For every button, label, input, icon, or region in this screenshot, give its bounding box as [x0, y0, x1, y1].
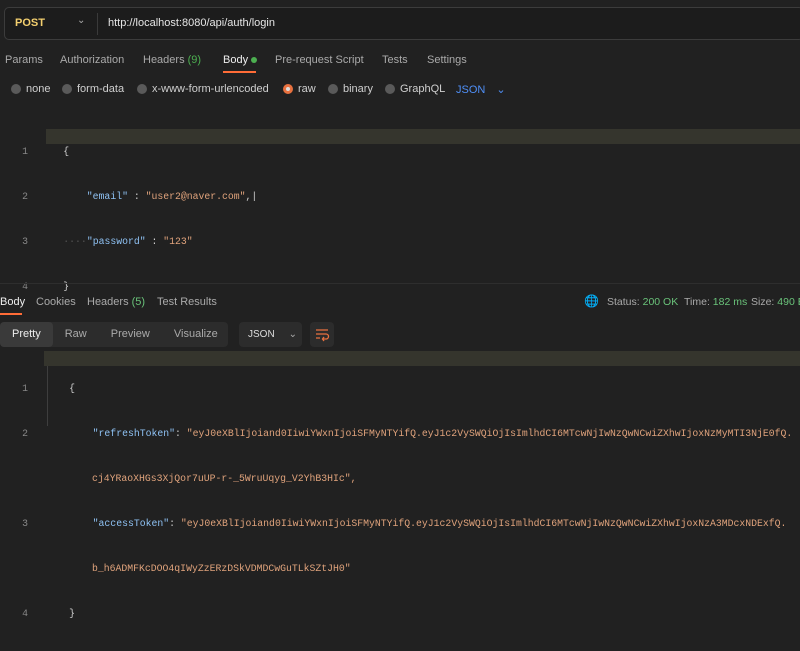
- format-label: JSON: [248, 329, 275, 340]
- status-label: Status:: [607, 296, 640, 308]
- response-body-viewer[interactable]: 1 { 2 "refreshToken": "eyJ0eXBlIjoiand0I…: [0, 351, 800, 651]
- json-key: "accessToken": [92, 518, 170, 529]
- brace: }: [69, 608, 76, 619]
- option-label: form-data: [77, 83, 125, 95]
- size-value: 490 B: [777, 296, 800, 308]
- tab-body[interactable]: Body: [223, 54, 258, 66]
- url-input[interactable]: http://localhost:8080/api/auth/login: [108, 17, 275, 29]
- line-number: 2: [22, 191, 28, 202]
- json-key: "refreshToken": [92, 428, 175, 439]
- line-number: 3: [22, 236, 28, 247]
- tab-params[interactable]: Params: [5, 54, 43, 66]
- tab-pre-request-script[interactable]: Pre-request Script: [275, 54, 364, 66]
- json-value: "123": [163, 236, 193, 247]
- active-tab-underline: [223, 71, 256, 73]
- view-pretty[interactable]: Pretty: [0, 322, 53, 347]
- size: Size: 490 B: [751, 296, 800, 308]
- time-label: Time:: [684, 296, 710, 308]
- radio-form-data[interactable]: form-data: [62, 83, 124, 95]
- format-label: JSON: [456, 84, 486, 96]
- method-select[interactable]: POST: [15, 17, 45, 29]
- body-format-select[interactable]: JSON ⌄: [456, 83, 506, 96]
- headers-count: (9): [187, 54, 202, 66]
- brace: {: [63, 146, 70, 157]
- view-mode-toggle: Pretty Raw Preview Visualize: [0, 322, 228, 347]
- wrap-lines-button[interactable]: [310, 322, 334, 347]
- view-raw[interactable]: Raw: [53, 322, 99, 347]
- url-bar: POST ⌄ http://localhost:8080/api/auth/lo…: [4, 7, 800, 40]
- status-value: 200 OK: [642, 296, 679, 308]
- tab-label: Headers: [143, 54, 185, 66]
- tab-headers[interactable]: Headers (9): [143, 54, 201, 66]
- radio-urlencoded[interactable]: x-www-form-urlencoded: [137, 83, 269, 95]
- radio-icon: [328, 84, 338, 94]
- tab-settings[interactable]: Settings: [427, 54, 467, 66]
- line-number: 1: [22, 383, 28, 394]
- globe-icon[interactable]: 🌐: [584, 294, 599, 308]
- view-visualize[interactable]: Visualize: [162, 322, 230, 347]
- option-label: none: [26, 83, 51, 95]
- body-indicator-dot: [251, 57, 258, 64]
- radio-binary[interactable]: binary: [328, 83, 373, 95]
- size-label: Size:: [751, 296, 775, 308]
- time: Time: 182 ms: [684, 296, 747, 308]
- response-format-select[interactable]: JSON ⌄: [239, 322, 302, 347]
- option-label: GraphQL: [400, 83, 446, 95]
- active-tab-underline: [0, 313, 22, 315]
- json-value: "eyJ0eXBlIjoiand0IiwiYWxnIjoiSFMyNTYifQ.…: [186, 428, 793, 439]
- json-value: cj4YRaoXHGs3XjQor7uUP-r-_5WruUqyg_V2YhB3…: [92, 473, 357, 484]
- radio-icon: [385, 84, 395, 94]
- tab-label: Body: [223, 54, 249, 66]
- radio-icon: [62, 84, 72, 94]
- option-label: x-www-form-urlencoded: [152, 83, 269, 95]
- json-value: "eyJ0eXBlIjoiand0IiwiYWxnIjoiSFMyNTYifQ.…: [180, 518, 787, 529]
- radio-graphql[interactable]: GraphQL: [385, 83, 445, 95]
- brace: {: [69, 383, 76, 394]
- radio-icon: [137, 84, 147, 94]
- line-number: 4: [22, 608, 28, 619]
- option-label: binary: [343, 83, 373, 95]
- pane-divider[interactable]: [0, 283, 800, 284]
- line-number: 2: [22, 428, 28, 439]
- option-label: raw: [298, 83, 316, 95]
- response-tab-body[interactable]: Body: [0, 296, 25, 308]
- line-number: 3: [22, 518, 28, 529]
- json-value: "user2@naver.com": [145, 191, 246, 202]
- radio-raw[interactable]: raw: [283, 83, 316, 95]
- response-tab-test-results[interactable]: Test Results: [157, 296, 217, 308]
- wrap-lines-icon: [316, 329, 330, 342]
- radio-none[interactable]: none: [11, 83, 50, 95]
- tab-tests[interactable]: Tests: [382, 54, 408, 66]
- chevron-down-icon[interactable]: ⌄: [77, 15, 85, 26]
- chevron-down-icon: ⌄: [496, 84, 506, 96]
- response-tab-headers[interactable]: Headers (5): [87, 296, 145, 308]
- response-tab-cookies[interactable]: Cookies: [36, 296, 76, 308]
- json-value: b_h6ADMFKcDOO4qIWyZzERzDSkVDMDCwGuTLkSZt…: [92, 563, 351, 574]
- headers-count: (5): [131, 296, 146, 308]
- request-body-editor[interactable]: 1 { 2 "email" : "user2@naver.com",| 3 ··…: [0, 114, 800, 324]
- divider: [97, 13, 98, 35]
- json-key: "email": [86, 191, 128, 202]
- radio-selected-icon: [283, 84, 293, 94]
- time-value: 182 ms: [712, 296, 748, 308]
- chevron-down-icon: ⌄: [288, 329, 298, 340]
- status: Status: 200 OK: [607, 296, 678, 308]
- radio-icon: [11, 84, 21, 94]
- view-preview[interactable]: Preview: [99, 322, 162, 347]
- json-key: "password": [86, 236, 146, 247]
- tab-label: Headers: [87, 296, 129, 308]
- line-number: 1: [22, 146, 28, 157]
- line-number: 4: [22, 281, 28, 292]
- tab-authorization[interactable]: Authorization: [60, 54, 124, 66]
